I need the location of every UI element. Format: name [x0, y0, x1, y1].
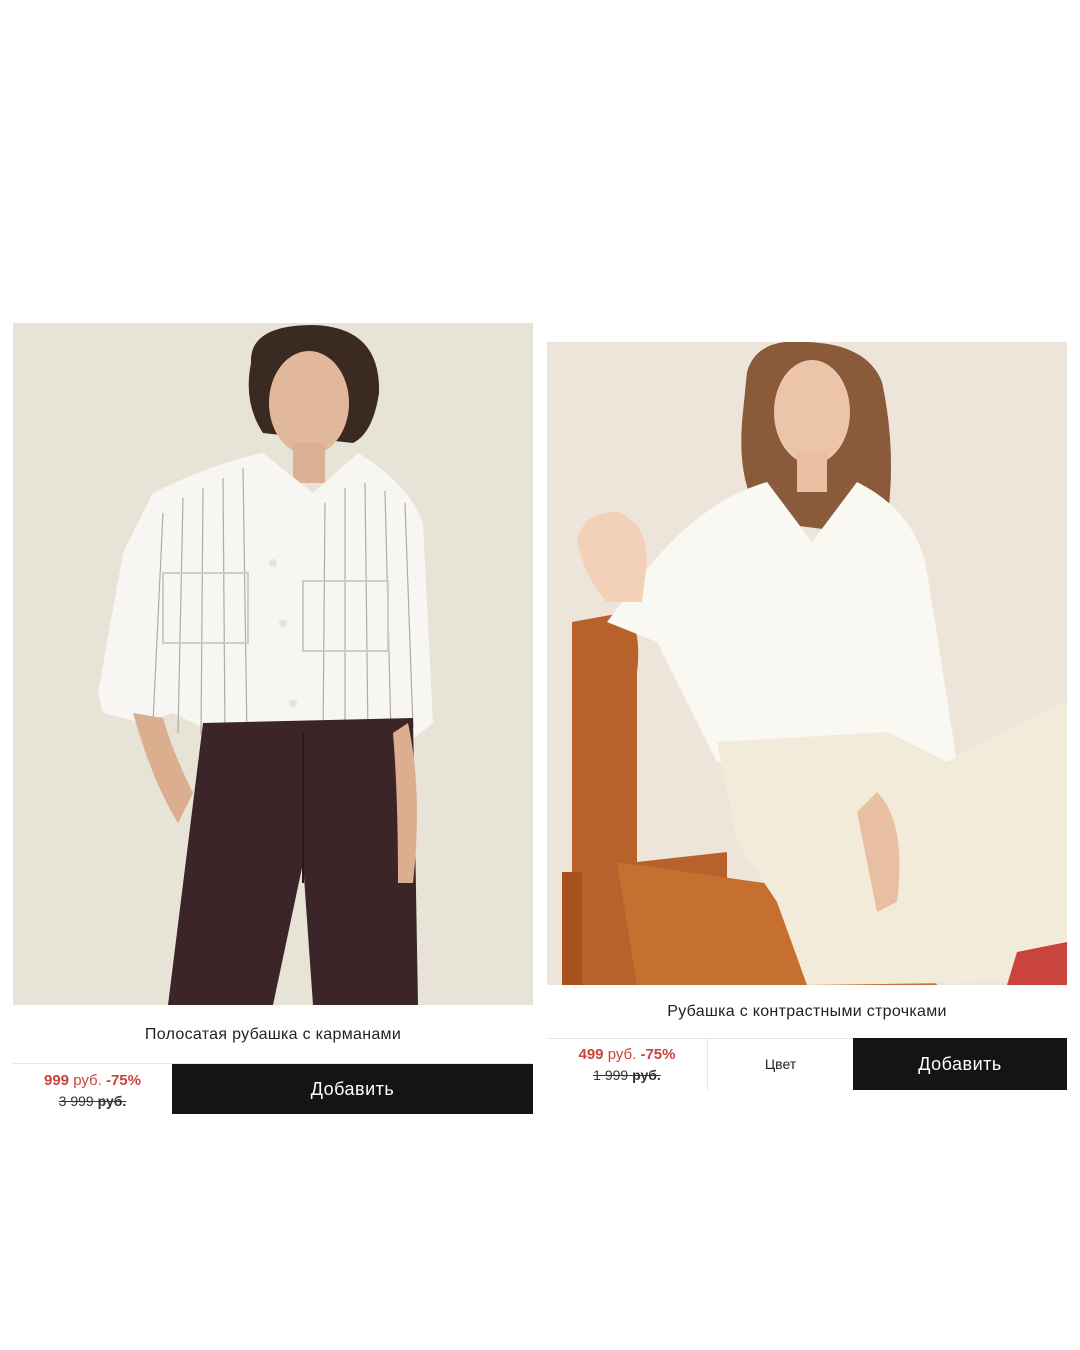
sale-price-unit: руб. [73, 1072, 102, 1089]
original-price-unit: руб. [97, 1093, 127, 1109]
sale-price-value: 499 [578, 1046, 604, 1063]
product-title[interactable]: Полосатая рубашка с карманами [13, 1025, 533, 1045]
original-price-value: 1 999 [593, 1067, 629, 1083]
original-price: 3 999 руб. [59, 1091, 127, 1111]
sale-price-value: 999 [43, 1072, 70, 1089]
sale-price-unit: руб. [607, 1046, 637, 1063]
product-photo-illustration [13, 323, 533, 1005]
discount-badge: -75% [105, 1072, 141, 1089]
original-price-unit: руб. [632, 1067, 661, 1083]
price-box: 499 руб. -75% 1 999 руб. [547, 1038, 707, 1090]
price-box: 999 руб. -75% 3 999 руб. [13, 1064, 172, 1116]
original-price: 1 999 руб. [593, 1065, 661, 1085]
sale-price: 999 руб. -75% [44, 1071, 141, 1091]
color-selector[interactable]: Цвет [707, 1038, 853, 1090]
product-photo-illustration [547, 342, 1067, 985]
add-to-cart-button[interactable]: Добавить [172, 1064, 533, 1114]
add-to-cart-button[interactable]: Добавить [853, 1038, 1067, 1090]
product-title[interactable]: Рубашка с контрастными строчками [547, 1002, 1067, 1022]
product-card-contrast-stitch-shirt: Рубашка с контрастными строчками 499 руб… [547, 342, 1067, 1090]
product-action-row: 499 руб. -75% 1 999 руб. Цвет Добавить [547, 1038, 1067, 1090]
sale-price: 499 руб. -75% [578, 1045, 675, 1065]
discount-badge: -75% [640, 1046, 676, 1063]
product-card-striped-shirt: Полосатая рубашка с карманами 999 руб. -… [13, 323, 533, 1116]
product-action-row: 999 руб. -75% 3 999 руб. Добавить [13, 1064, 533, 1116]
product-photo[interactable] [547, 342, 1067, 985]
original-price-value: 3 999 [58, 1093, 94, 1109]
product-photo[interactable] [13, 323, 533, 1005]
